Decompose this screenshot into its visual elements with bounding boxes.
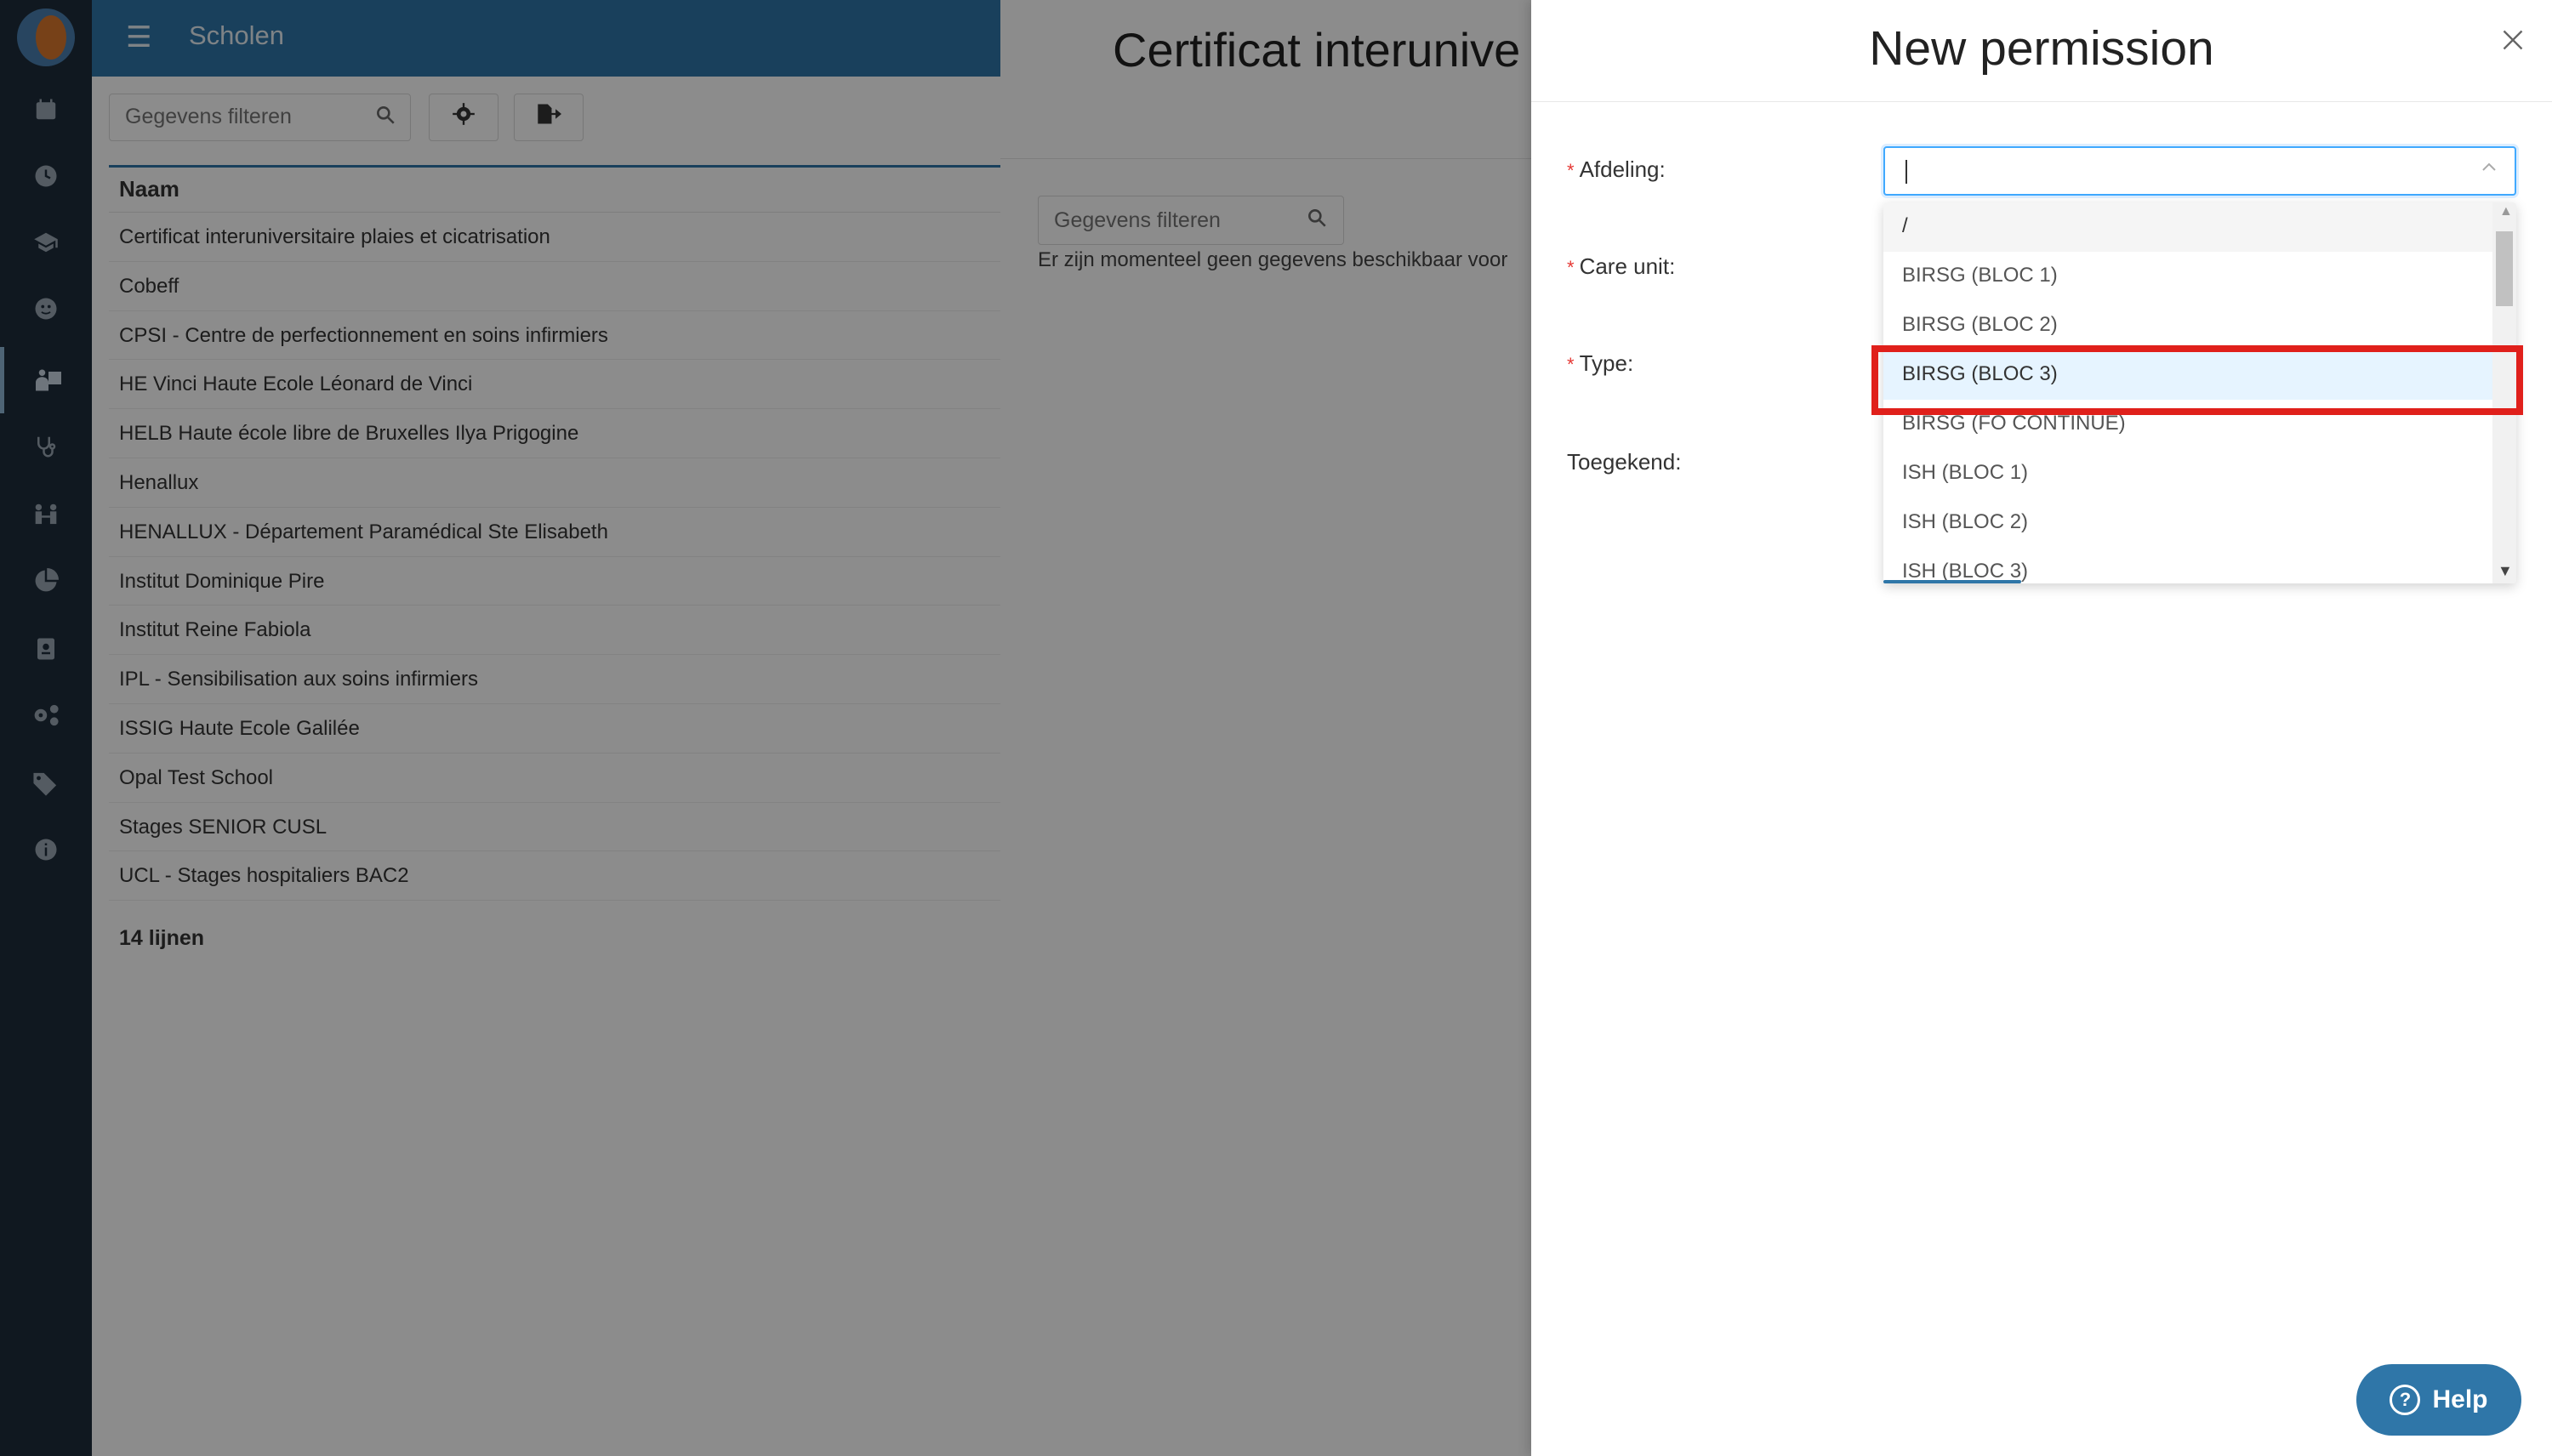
dropdown-option[interactable]: ISH (BLOC 3) xyxy=(1883,548,2492,583)
chevron-up-icon[interactable] xyxy=(2479,156,2499,184)
type-label: * Type: xyxy=(1567,350,1633,377)
toegekend-label-text: Toegekend xyxy=(1567,449,1676,475)
drawer-header: New permission xyxy=(1531,0,2552,102)
required-mark: * xyxy=(1567,354,1575,375)
help-button[interactable]: ? Help xyxy=(2356,1364,2521,1436)
dropdown-option[interactable]: / xyxy=(1883,202,2492,252)
close-icon[interactable] xyxy=(2501,22,2525,60)
required-mark: * xyxy=(1567,257,1575,278)
toegekend-label: Toegekend: xyxy=(1567,449,1681,475)
scroll-down-icon[interactable]: ▼ xyxy=(2498,562,2513,580)
required-mark: * xyxy=(1567,160,1575,181)
dropdown-option[interactable]: ISH (BLOC 2) xyxy=(1883,498,2492,548)
label-colon: : xyxy=(1659,156,1666,182)
focus-underline xyxy=(1883,580,2021,583)
scrollbar-thumb[interactable] xyxy=(2496,231,2513,306)
label-colon: : xyxy=(1626,350,1634,376)
afdeling-label-text: Afdeling xyxy=(1579,156,1660,182)
care-unit-label-text: Care unit xyxy=(1579,253,1670,279)
question-icon: ? xyxy=(2390,1385,2421,1415)
label-colon: : xyxy=(1675,449,1682,475)
highlight-box xyxy=(1871,345,2523,415)
scroll-up-icon[interactable]: ▲ xyxy=(2499,204,2513,219)
dropdown-option[interactable]: BIRSG (BLOC 1) xyxy=(1883,252,2492,301)
afdeling-select[interactable] xyxy=(1883,146,2516,196)
help-label: Help xyxy=(2432,1385,2488,1413)
dropdown-option[interactable]: ISH (BLOC 1) xyxy=(1883,449,2492,498)
drawer-title: New permission xyxy=(1869,21,2214,76)
type-label-text: Type xyxy=(1579,350,1627,376)
label-colon: : xyxy=(1669,253,1676,279)
care-unit-label: * Care unit: xyxy=(1567,253,1675,280)
modal-overlay[interactable] xyxy=(0,0,1531,1456)
new-permission-drawer: New permission * Afdeling: * Care unit: * T… xyxy=(1531,0,2552,1456)
text-cursor xyxy=(1905,160,1907,184)
afdeling-label: * Afdeling: xyxy=(1567,156,1666,183)
dropdown-option[interactable]: BIRSG (BLOC 2) xyxy=(1883,301,2492,350)
